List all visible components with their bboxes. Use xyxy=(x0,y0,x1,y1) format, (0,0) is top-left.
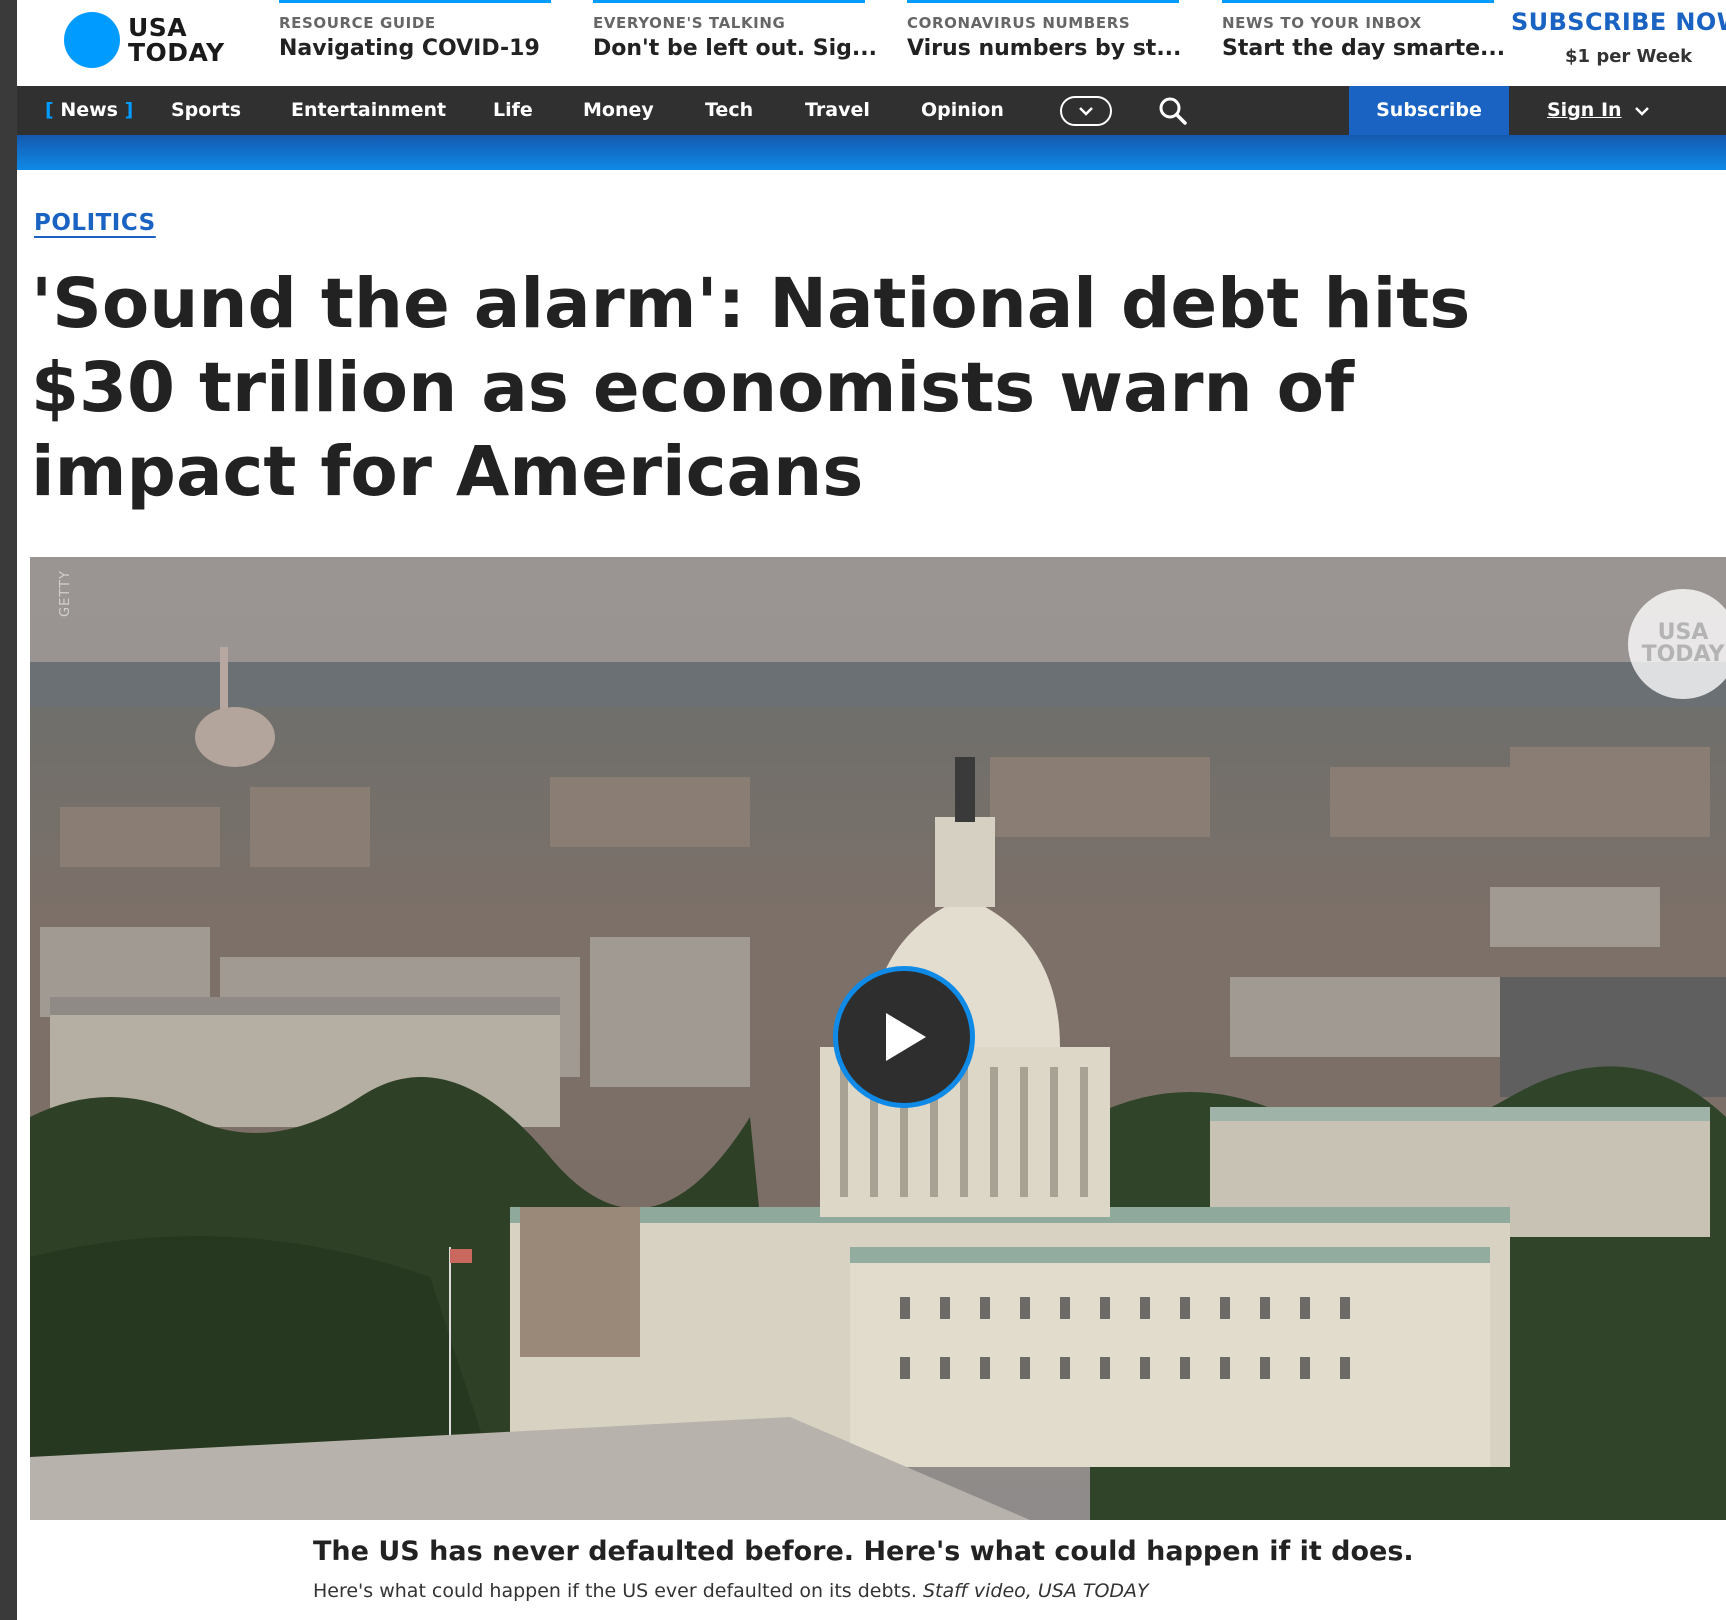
sign-in-label: Sign In xyxy=(1547,99,1622,121)
subscribe-now-promo[interactable]: SUBSCRIBE NOW $1 per Week xyxy=(1511,8,1726,67)
promo-item-news-to-inbox[interactable]: NEWS TO YOUR INBOX Start the day smarte.… xyxy=(1222,0,1505,86)
logo-line-2: TODAY xyxy=(128,38,225,67)
video-caption: Here's what could happen if the US ever … xyxy=(313,1580,1149,1602)
video-caption-text: Here's what could happen if the US ever … xyxy=(313,1580,917,1602)
logo-text: USA TODAY xyxy=(128,15,225,65)
nav-item-life[interactable]: Life xyxy=(493,86,533,135)
promo-accent-bar xyxy=(1222,0,1494,3)
sign-in-button[interactable]: Sign In xyxy=(1547,86,1650,135)
promo-kicker: RESOURCE GUIDE xyxy=(279,14,436,32)
promo-headline[interactable]: Don't be left out. Sig... xyxy=(593,36,877,61)
promo-bar: USA TODAY RESOURCE GUIDE Navigating COVI… xyxy=(17,0,1726,86)
logo-circle-icon xyxy=(64,12,120,68)
nav-item-news[interactable]: [ News ] xyxy=(45,86,133,135)
search-icon xyxy=(1159,97,1187,125)
nav-item-tech[interactable]: Tech xyxy=(705,86,753,135)
nav-item-money[interactable]: Money xyxy=(583,86,654,135)
promo-kicker: CORONAVIRUS NUMBERS xyxy=(907,14,1131,32)
promo-kicker: EVERYONE'S TALKING xyxy=(593,14,786,32)
subscribe-price: $1 per Week xyxy=(1565,46,1693,67)
nav-item-entertainment[interactable]: Entertainment xyxy=(291,86,446,135)
promo-item-everyones-talking[interactable]: EVERYONE'S TALKING Don't be left out. Si… xyxy=(593,0,877,86)
nav-item-travel[interactable]: Travel xyxy=(805,86,870,135)
section-label[interactable]: POLITICS xyxy=(34,210,156,236)
promo-headline[interactable]: Start the day smarte... xyxy=(1222,36,1505,61)
active-bracket-right: ] xyxy=(117,99,134,121)
browser-page: USA TODAY RESOURCE GUIDE Navigating COVI… xyxy=(17,0,1726,1620)
promo-kicker: NEWS TO YOUR INBOX xyxy=(1222,14,1422,32)
promo-accent-bar xyxy=(907,0,1179,3)
promo-accent-bar xyxy=(593,0,865,3)
video-caption-title: The US has never defaulted before. Here'… xyxy=(313,1536,1414,1567)
play-icon xyxy=(886,1013,926,1061)
promo-item-coronavirus-numbers[interactable]: CORONAVIRUS NUMBERS Virus numbers by st.… xyxy=(907,0,1181,86)
promo-item-resource-guide[interactable]: RESOURCE GUIDE Navigating COVID-19 xyxy=(279,0,551,86)
active-bracket-left: [ xyxy=(45,99,61,121)
subscribe-now-label[interactable]: SUBSCRIBE NOW xyxy=(1511,8,1726,36)
chevron-down-icon xyxy=(1079,107,1093,116)
chevron-down-icon xyxy=(1635,106,1650,116)
nav-accent-bar xyxy=(17,135,1726,170)
main-nav: [ News ] Sports Entertainment Life Money… xyxy=(17,86,1726,135)
nav-item-opinion[interactable]: Opinion xyxy=(921,86,1004,135)
video-player[interactable]: GETTY USA TODAY xyxy=(30,557,1726,1520)
logo-line-1: USA xyxy=(128,13,188,42)
promo-headline[interactable]: Navigating COVID-19 xyxy=(279,36,540,61)
promo-headline[interactable]: Virus numbers by st... xyxy=(907,36,1181,61)
usa-today-logo[interactable]: USA TODAY xyxy=(64,12,225,68)
nav-item-sports[interactable]: Sports xyxy=(171,86,241,135)
photo-credit: GETTY xyxy=(58,570,73,617)
more-topics-button[interactable] xyxy=(1060,96,1112,126)
promo-accent-bar xyxy=(279,0,551,3)
play-button[interactable] xyxy=(833,966,975,1108)
subscribe-button[interactable]: Subscribe xyxy=(1349,86,1509,135)
search-button[interactable] xyxy=(1157,95,1189,127)
article-headline: 'Sound the alarm': National debt hits $3… xyxy=(31,264,1471,512)
video-caption-credit: Staff video, USA TODAY xyxy=(922,1580,1149,1602)
nav-item-label: News xyxy=(60,99,118,121)
